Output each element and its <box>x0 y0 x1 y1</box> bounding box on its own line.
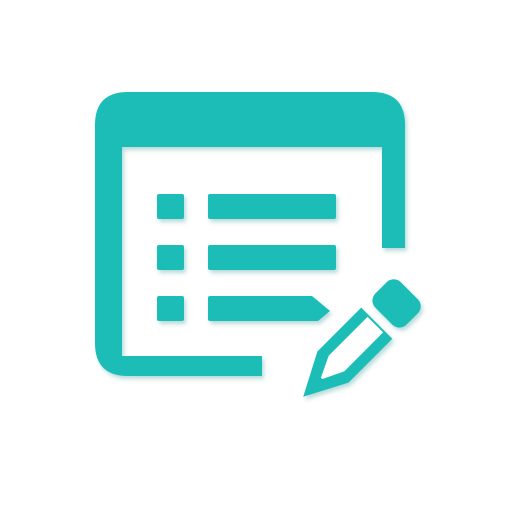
list-line-2 <box>208 245 336 270</box>
list-line-3 <box>208 296 330 321</box>
edit-list-icon <box>95 92 421 397</box>
bullet-2 <box>157 245 184 270</box>
bullet-1 <box>157 194 184 219</box>
icon-canvas <box>0 0 512 512</box>
list-line-1 <box>208 194 336 219</box>
bullet-3 <box>157 296 184 321</box>
icon-glyph <box>95 92 421 397</box>
